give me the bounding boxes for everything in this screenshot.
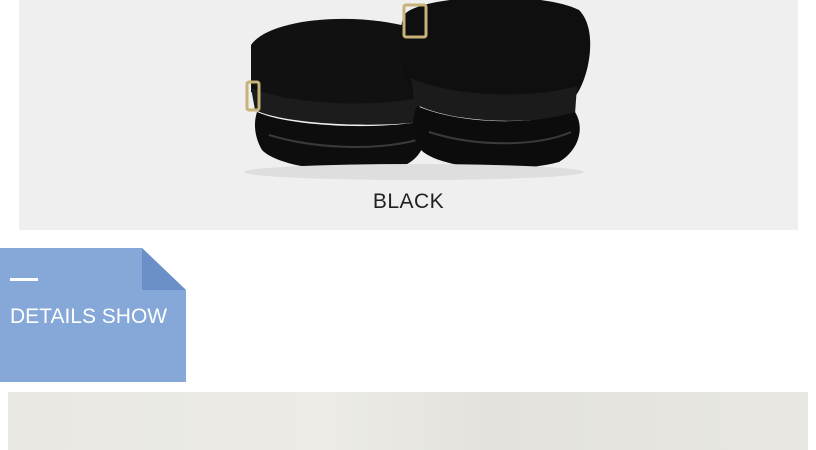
- product-detail-page: BLACK DETAILS SHOW: [0, 0, 816, 450]
- color-label: BLACK: [372, 190, 445, 213]
- hat-detail-photo: [8, 392, 808, 450]
- banner-dash: [10, 278, 38, 281]
- product-photo-panel: BLACK: [19, 0, 798, 230]
- details-show-title: DETAILS SHOW: [10, 305, 168, 328]
